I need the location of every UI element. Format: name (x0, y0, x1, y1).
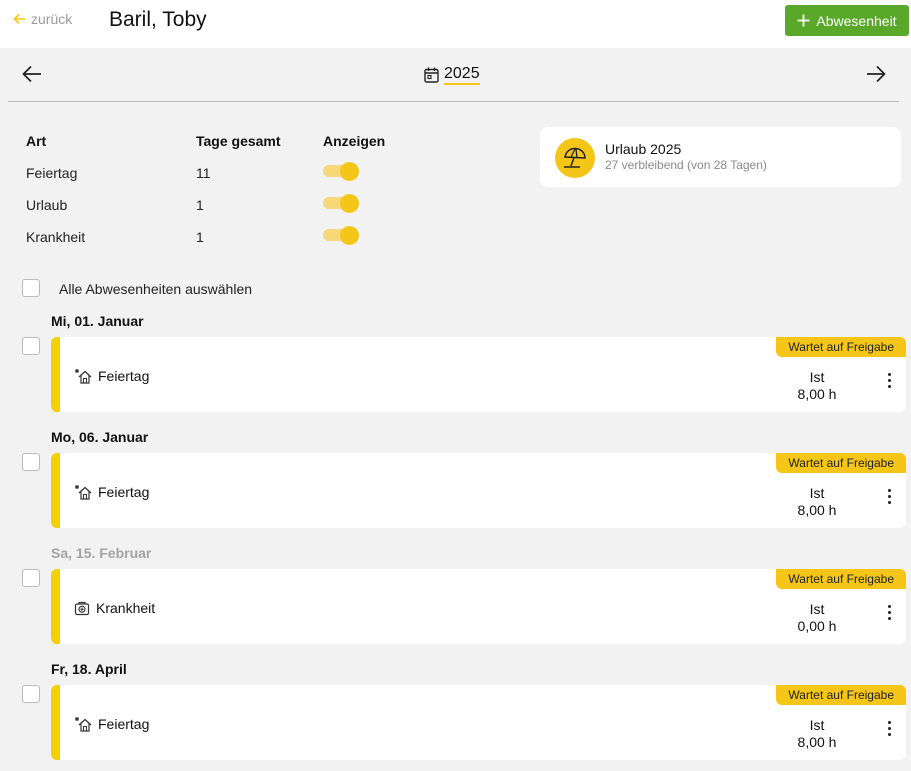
entry-date: Mo, 06. Januar (51, 429, 149, 445)
summary-total: 11 (196, 165, 211, 181)
entry-hours: 8,00 h (797, 502, 837, 518)
year-navigation: 2025 (8, 48, 899, 102)
ist-label: Ist (809, 601, 825, 617)
entry-type: Feiertag (98, 716, 150, 732)
vacation-remaining: 27 verbleibend (von 28 Tagen) (605, 158, 767, 172)
beach-umbrella-icon (555, 138, 595, 178)
holiday-house-icon (75, 485, 92, 500)
absence-entry[interactable]: Wartet auf Freigabe Feiertag Ist 8,00 h (51, 337, 906, 412)
toggle-krankheit[interactable] (323, 226, 359, 245)
toggle-urlaub[interactable] (323, 194, 359, 213)
vacation-title: Urlaub 2025 (605, 141, 682, 157)
add-absence-label: Abwesenheit (816, 12, 897, 29)
entry-hours: 8,00 h (797, 734, 837, 750)
back-link[interactable]: zurück (13, 11, 72, 27)
year-label: 2025 (444, 65, 480, 85)
column-header-show: Anzeigen (323, 133, 386, 149)
vacation-balance-card: Urlaub 2025 27 verbleibend (von 28 Tagen… (540, 127, 901, 187)
toggle-feiertag[interactable] (323, 162, 359, 181)
ist-label: Ist (809, 369, 825, 385)
column-header-total: Tage gesamt (196, 133, 281, 149)
entry-date: Fr, 18. April (51, 661, 127, 677)
entry-checkbox[interactable] (22, 569, 40, 587)
entry-type: Feiertag (98, 368, 150, 384)
summary-type: Krankheit (26, 229, 86, 245)
ist-label: Ist (809, 485, 825, 501)
next-year-button[interactable] (866, 65, 886, 88)
absence-entry[interactable]: Wartet auf Freigabe Feiertag Ist 8,00 h (51, 685, 906, 760)
arrow-right-icon (867, 65, 886, 83)
entry-hours: 0,00 h (797, 618, 837, 634)
summary-type: Urlaub (26, 197, 68, 213)
select-all-checkbox[interactable] (22, 279, 40, 297)
entry-checkbox[interactable] (22, 685, 40, 703)
summary-total: 1 (196, 197, 204, 213)
status-badge: Wartet auf Freigabe (776, 685, 906, 705)
entry-checkbox[interactable] (22, 337, 40, 355)
entry-checkbox[interactable] (22, 453, 40, 471)
year-selector[interactable]: 2025 (424, 65, 480, 85)
more-options-icon[interactable] (883, 721, 895, 741)
column-header-type: Art (26, 133, 47, 149)
entry-type: Krankheit (96, 600, 156, 616)
plus-icon (797, 14, 810, 27)
sick-icon (74, 601, 90, 616)
holiday-house-icon (75, 717, 92, 732)
top-bar: zurück Baril, Toby Abwesenheit (0, 0, 911, 48)
status-badge: Wartet auf Freigabe (776, 337, 906, 357)
entry-date: Mi, 01. Januar (51, 313, 144, 329)
holiday-house-icon (75, 369, 92, 384)
entry-type: Feiertag (98, 484, 150, 500)
back-label: zurück (31, 11, 73, 27)
absence-entry[interactable]: Wartet auf Freigabe Feiertag Ist 8,00 h (51, 453, 906, 528)
entry-hours: 8,00 h (797, 386, 837, 402)
arrow-left-icon (22, 65, 41, 83)
entry-date: Sa, 15. Februar (51, 545, 152, 561)
arrow-left-icon (13, 13, 25, 25)
more-options-icon[interactable] (883, 489, 895, 509)
absence-entry[interactable]: Wartet auf Freigabe Krankheit Ist 0,00 h (51, 569, 906, 644)
summary-total: 1 (196, 229, 204, 245)
ist-label: Ist (809, 717, 825, 733)
previous-year-button[interactable] (22, 65, 42, 88)
status-badge: Wartet auf Freigabe (776, 569, 906, 589)
status-badge: Wartet auf Freigabe (776, 453, 906, 473)
page-title: Baril, Toby (109, 8, 207, 31)
add-absence-button[interactable]: Abwesenheit (785, 5, 909, 36)
select-all-label: Alle Abwesenheiten auswählen (59, 281, 253, 297)
calendar-icon (424, 67, 439, 83)
more-options-icon[interactable] (883, 605, 895, 625)
more-options-icon[interactable] (883, 373, 895, 393)
summary-type: Feiertag (26, 165, 78, 181)
